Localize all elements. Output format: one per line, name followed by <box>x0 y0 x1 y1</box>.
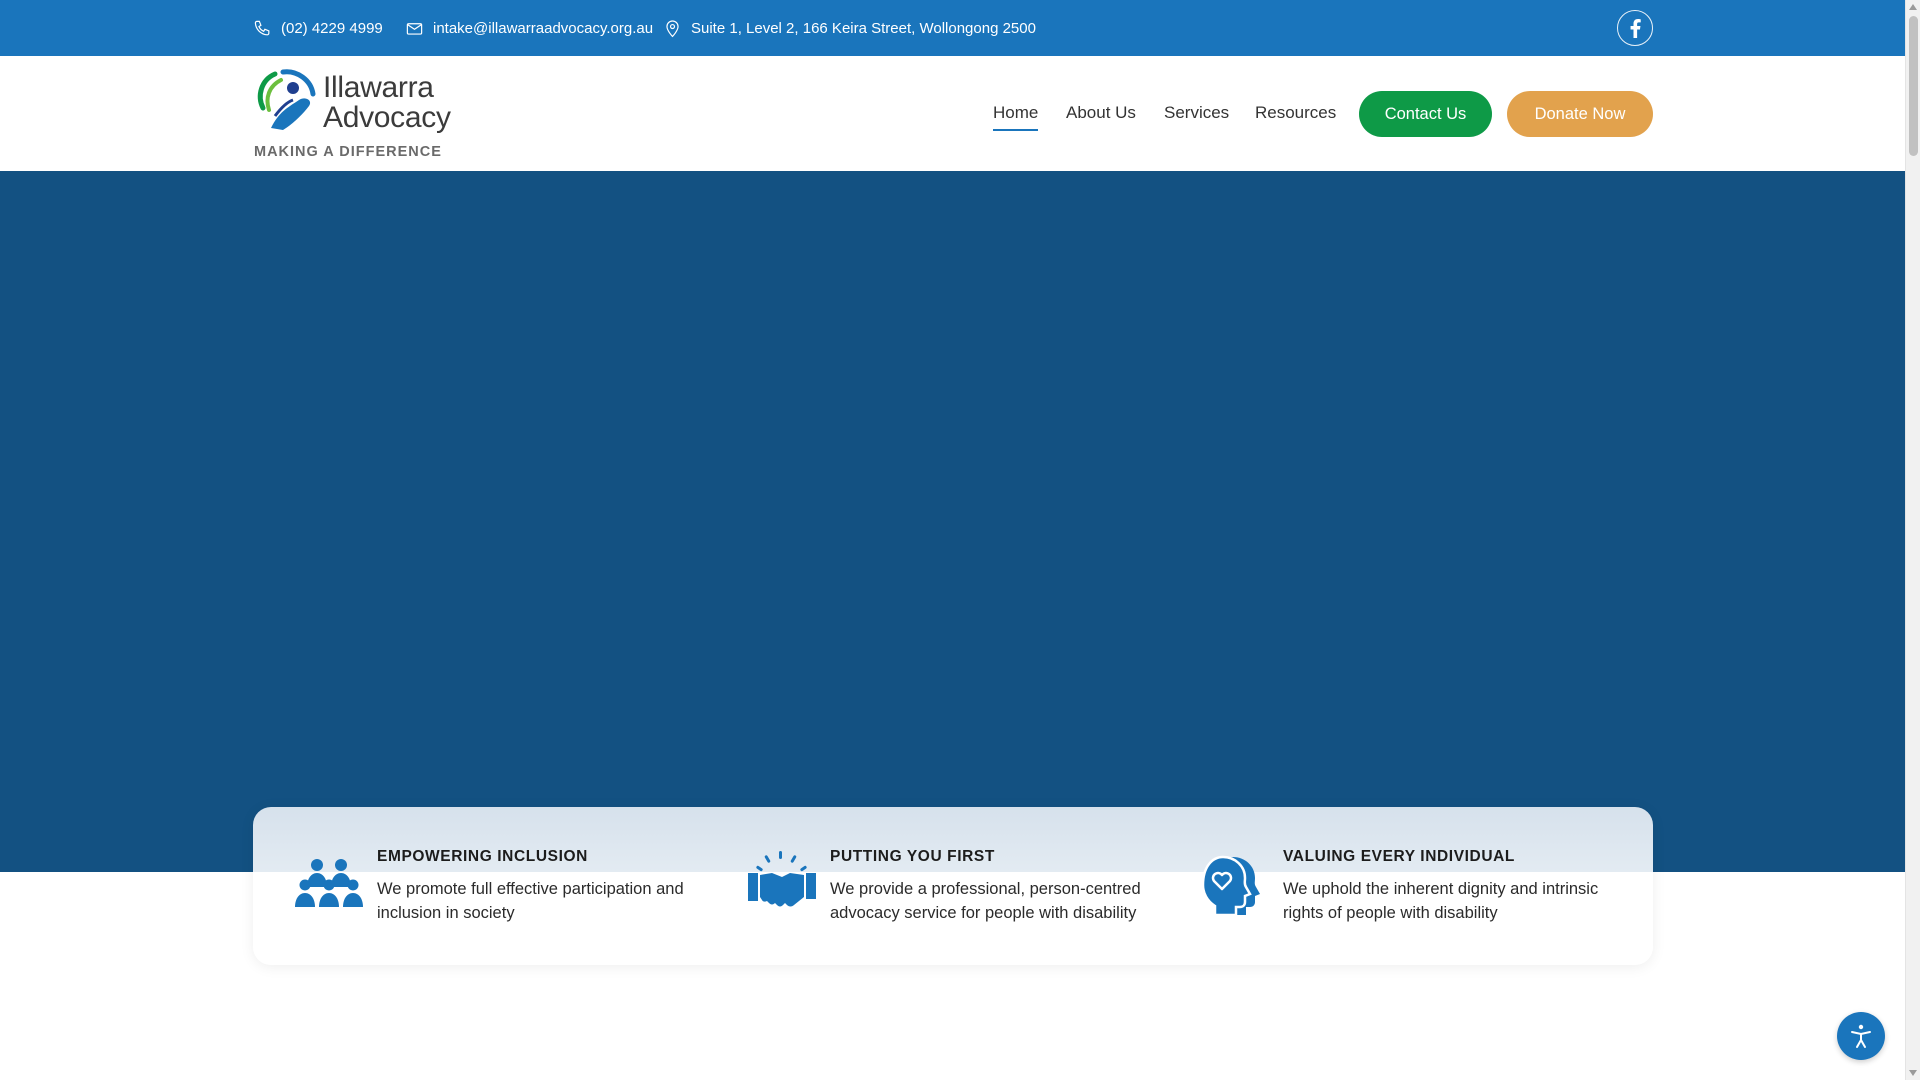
scroll-up-arrow-icon[interactable] <box>1909 4 1917 10</box>
top-contact-bar: (02) 4229 4999 intake@illawarraadvocacy.… <box>0 0 1905 56</box>
logo-hands-icon <box>257 69 316 130</box>
feature-heading: VALUING EVERY INDIVIDUAL <box>1283 848 1515 865</box>
nav-services[interactable]: Services <box>1164 103 1229 123</box>
email-link[interactable]: intake@illawarraadvocacy.org.au <box>405 0 653 56</box>
facebook-button[interactable] <box>1617 10 1653 46</box>
map-pin-icon <box>666 19 679 37</box>
logo-line-1: Illawarra <box>323 71 434 104</box>
scroll-down-arrow-icon[interactable] <box>1909 1070 1917 1076</box>
feature-empowering-inclusion: EMPOWERING INCLUSION We promote full eff… <box>253 807 703 965</box>
accessibility-icon <box>1851 1024 1871 1048</box>
phone-link[interactable]: (02) 4229 4999 <box>253 0 383 56</box>
nav-about-us[interactable]: About Us <box>1066 103 1136 123</box>
nav-home[interactable]: Home <box>993 103 1039 131</box>
handshake-icon <box>748 851 816 907</box>
features-card: EMPOWERING INCLUSION We promote full eff… <box>253 807 1653 965</box>
feature-text: We promote full effective participation … <box>377 880 684 922</box>
address-text: Suite 1, Level 2, 166 Keira Street, Woll… <box>691 19 1036 37</box>
accessibility-button[interactable] <box>1837 1012 1885 1060</box>
feature-heading: PUTTING YOU FIRST <box>830 848 995 865</box>
feature-putting-you-first: PUTTING YOU FIRST We provide a professio… <box>706 807 1156 965</box>
facebook-icon <box>1630 18 1641 38</box>
heads-heart-icon <box>1201 855 1260 917</box>
donate-now-button[interactable]: Donate Now <box>1507 91 1653 137</box>
feature-valuing-every-individual: VALUING EVERY INDIVIDUAL We uphold the i… <box>1159 807 1609 965</box>
address-link[interactable]: Suite 1, Level 2, 166 Keira Street, Woll… <box>663 0 1036 56</box>
phone-icon <box>254 20 270 35</box>
contact-us-button[interactable]: Contact Us <box>1359 91 1492 137</box>
phone-text: (02) 4229 4999 <box>281 19 383 37</box>
email-text: intake@illawarraadvocacy.org.au <box>433 19 654 37</box>
envelope-icon <box>406 22 423 35</box>
group-people-icon <box>295 859 363 907</box>
hero-banner <box>0 171 1905 872</box>
logo-tagline: MAKING A DIFFERENCE <box>254 144 442 160</box>
site-logo[interactable]: Illawarra Advocacy MAKING A DIFFERENCE <box>253 68 458 162</box>
page-scrollbar[interactable] <box>1905 0 1920 1080</box>
scrollbar-thumb[interactable] <box>1909 16 1918 156</box>
site-header: Illawarra Advocacy MAKING A DIFFERENCE H… <box>0 56 1905 171</box>
feature-heading: EMPOWERING INCLUSION <box>377 848 588 865</box>
feature-text: We provide a professional, person-centre… <box>830 880 1141 922</box>
nav-resources[interactable]: Resources <box>1255 103 1336 123</box>
logo-line-2: Advocacy <box>323 101 451 134</box>
feature-text: We uphold the inherent dignity and intri… <box>1283 880 1599 922</box>
